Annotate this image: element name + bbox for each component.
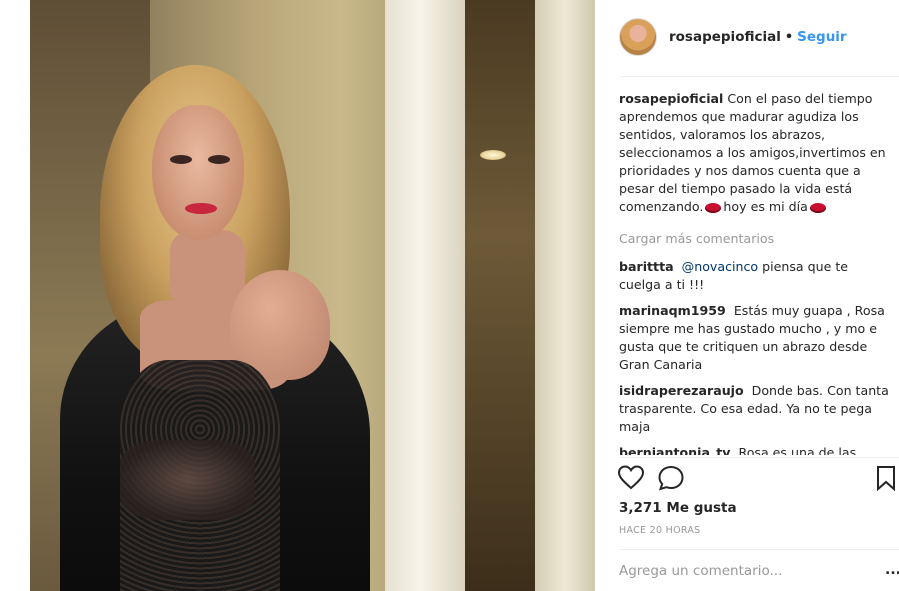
comment-username[interactable]: berniantonia_tv [619,445,731,455]
photo-eye-left [170,155,192,164]
comment-username[interactable]: isidraperezaraujo [619,383,744,398]
comment-username[interactable]: marinaqm1959 [619,303,726,318]
comment-item: barittta @novacinco piensa que te cuelga… [619,258,891,294]
add-comment-input[interactable] [619,563,869,579]
photo-eye-right [208,155,230,164]
comment-item: berniantonia_tv Rosa es una de las mujer… [619,444,891,455]
divider [619,457,899,458]
caption-username[interactable]: rosapepioficial [619,91,723,106]
more-options-button[interactable]: ... [885,562,899,578]
comment-mention[interactable]: @novacinco [682,259,759,274]
comment-username[interactable]: barittta [619,259,674,274]
post-side-panel: rosapepioficial • Seguir rosapepioficial… [595,0,899,591]
comments-list[interactable]: rosapepioficial Con el paso del tiempo ap… [619,90,891,455]
post-timestamp[interactable]: HACE 20 HORAS [619,525,701,536]
caption-text: Con el paso del tiempo aprendemos que ma… [619,91,886,214]
avatar[interactable] [619,18,657,56]
divider [619,76,899,77]
follow-button[interactable]: Seguir [797,29,846,45]
speech-bubble-icon[interactable] [657,464,685,492]
photo-midriff [120,440,255,520]
post-photo[interactable] [30,0,595,591]
header-username[interactable]: rosapepioficial [669,29,781,45]
photo-face [152,105,244,240]
photo-hallway [465,0,535,591]
photo-doorframe-right [535,0,595,591]
lips-emoji-icon [809,202,826,213]
lips-emoji-icon [705,202,722,213]
photo-lips [185,203,217,214]
action-bar [617,464,899,494]
comment-item: marinaqm1959 Estás muy guapa , Rosa siem… [619,302,891,374]
like-count[interactable]: 3,271 Me gusta [619,500,737,516]
post-header: rosapepioficial • Seguir [619,14,847,60]
caption: rosapepioficial Con el paso del tiempo ap… [619,90,891,216]
heart-icon[interactable] [617,464,645,492]
comment-item: isidraperezaraujo Donde bas. Con tanta t… [619,382,891,436]
photo-neck [170,230,245,300]
header-separator: • [784,29,794,45]
bookmark-icon[interactable] [875,464,897,492]
photo-light [480,150,506,160]
photo-doorframe [385,0,465,591]
load-more-comments-button[interactable]: Cargar más comentarios [619,230,891,248]
divider [619,549,899,550]
caption-text-end: hoy es mi día [723,199,808,214]
